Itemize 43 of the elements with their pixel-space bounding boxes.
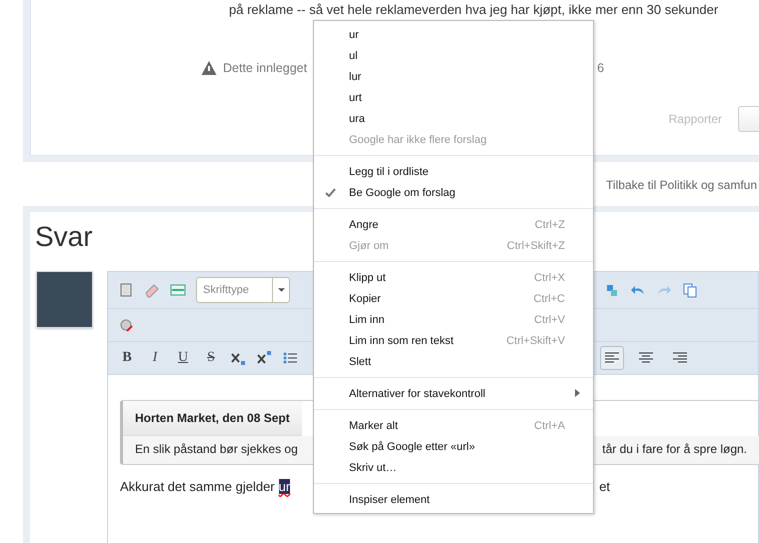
- menu-item[interactable]: Angre Ctrl+Z: [314, 214, 593, 235]
- back-link[interactable]: Tilbake til Politikk og samfun: [606, 178, 757, 192]
- menu-item[interactable]: Be Google om forslag: [314, 182, 593, 203]
- menu-item[interactable]: Legg til i ordliste: [314, 161, 593, 182]
- menu-item[interactable]: Klipp ut Ctrl+X: [314, 267, 593, 288]
- menu-item[interactable]: Søk på Google etter «url»: [314, 436, 593, 457]
- menu-item[interactable]: ul: [314, 45, 593, 66]
- font-select[interactable]: Skrifttype: [196, 277, 290, 303]
- menu-item[interactable]: ur: [314, 24, 593, 45]
- superscript-icon[interactable]: [256, 350, 272, 366]
- menu-item[interactable]: urt: [314, 87, 593, 108]
- table-icon[interactable]: [170, 282, 186, 298]
- warning-icon: [201, 60, 217, 76]
- notice-text: Dette innlegget: [223, 61, 308, 75]
- menu-item[interactable]: ura: [314, 108, 593, 129]
- quote-text: En slik påstand bør sjekkes og: [135, 442, 298, 456]
- copy-icon[interactable]: [682, 282, 698, 298]
- menu-item[interactable]: Lim inn som ren tekst Ctrl+Skift+V: [314, 330, 593, 351]
- eraser-icon[interactable]: [144, 282, 160, 298]
- menu-item[interactable]: lur: [314, 66, 593, 87]
- quote-title: Horten Market, den 08 Sept: [123, 401, 302, 436]
- align-button[interactable]: [600, 346, 624, 370]
- avatar-placeholder: [36, 271, 93, 328]
- format-button[interactable]: I: [146, 350, 164, 366]
- menu-item[interactable]: Inspiser element: [314, 489, 593, 510]
- notice-text: 6: [597, 61, 604, 75]
- menu-item[interactable]: Kopier Ctrl+C: [314, 288, 593, 309]
- selected-word: ur: [278, 479, 290, 494]
- body-text: Akkurat det samme gjelder: [120, 479, 275, 494]
- body-text: et: [599, 479, 610, 494]
- post-text: på reklame -- så vet hele reklameverden hva jeg har kjøpt, ikke mer enn 30 sekunder: [228, 1, 720, 17]
- reply-heading: Svar: [35, 220, 93, 254]
- bullet-list-icon[interactable]: [282, 350, 298, 366]
- menu-item[interactable]: Alternativer for stavekontroll: [314, 383, 593, 404]
- menu-item[interactable]: Marker alt Ctrl+A: [314, 415, 593, 436]
- menu-item[interactable]: Lim inn Ctrl+V: [314, 309, 593, 330]
- caret-icon: [278, 288, 284, 292]
- format-button[interactable]: S: [202, 350, 220, 366]
- menu-item[interactable]: Slett: [314, 351, 593, 372]
- format-button[interactable]: B: [118, 350, 136, 366]
- quote-text: tår du i fare for å spre løgn.: [602, 442, 747, 456]
- format-button[interactable]: U: [174, 350, 192, 366]
- menu-item[interactable]: Skriv ut…: [314, 457, 593, 478]
